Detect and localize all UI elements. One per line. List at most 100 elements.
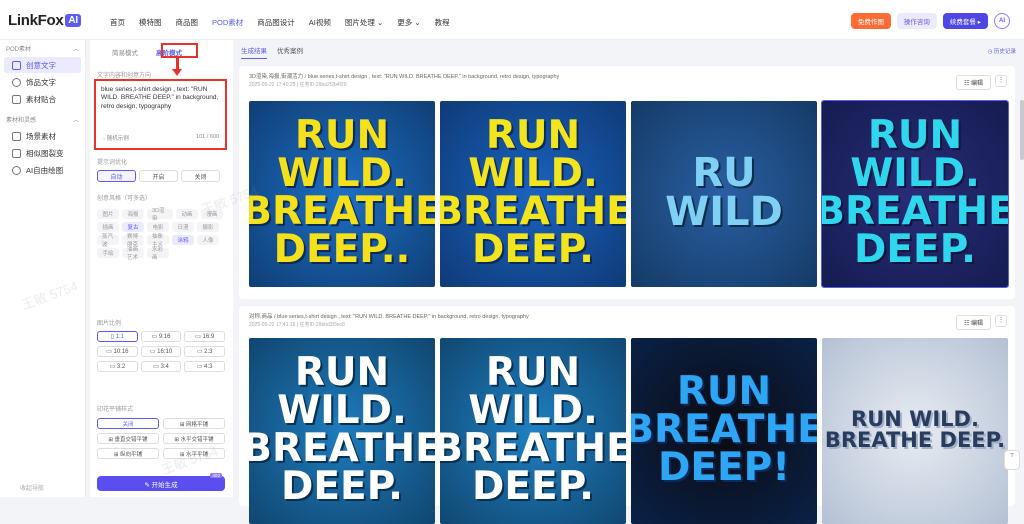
nav-product-design[interactable]: 商品图设计 bbox=[257, 17, 295, 28]
ratio-option[interactable]: ▭ 9:16 bbox=[140, 331, 182, 342]
style-chip[interactable]: 手绘 bbox=[97, 248, 119, 258]
sidebar-item-ai-free-draw[interactable]: AI自由绘图 bbox=[4, 162, 81, 178]
style-chip[interactable]: 油画艺术 bbox=[122, 247, 144, 261]
ratio-option[interactable]: ▭ 10:16 bbox=[97, 346, 138, 357]
optimize-auto[interactable]: 自动 bbox=[97, 170, 136, 182]
style-chip[interactable]: 海报 bbox=[122, 209, 144, 219]
result-image[interactable]: RUN WILD. BREATHE DEEP. bbox=[440, 101, 626, 287]
artwork-text-line: RUN bbox=[867, 113, 963, 159]
arrow-down-icon bbox=[172, 69, 182, 76]
style-chip[interactable]: 漫画 bbox=[201, 209, 223, 219]
nav-product-photo[interactable]: 商品图 bbox=[176, 17, 199, 28]
prompt-label: 文字内容和创意方向 bbox=[97, 73, 152, 79]
more-icon[interactable]: ⋮ bbox=[995, 75, 1007, 87]
style-chip[interactable]: 水彩画 bbox=[147, 247, 169, 261]
nav-more[interactable]: 更多 ⌄ bbox=[397, 17, 420, 28]
artwork-text-line: WILD. bbox=[850, 151, 980, 197]
tile-option[interactable]: ⊞ 水平平铺 bbox=[163, 448, 225, 459]
style-chip[interactable]: 动画 bbox=[176, 209, 198, 219]
tile-option[interactable]: 关闭 bbox=[97, 418, 159, 429]
nav-ai-video[interactable]: AI视频 bbox=[309, 17, 331, 28]
style-chip[interactable]: 人像 bbox=[197, 235, 219, 245]
sidebar-item-creative-text[interactable]: 创意文字 bbox=[4, 57, 81, 73]
artwork-text-line: WILD. bbox=[277, 151, 407, 197]
sidebar-section-pod[interactable]: POD素材 ︿ bbox=[0, 44, 85, 53]
free-draw-button[interactable]: 免费作图 bbox=[850, 13, 891, 29]
more-icon[interactable]: ⋮ bbox=[995, 315, 1007, 327]
tile-option[interactable]: ⊞ 网格平铺 bbox=[163, 418, 225, 429]
collapse-nav-button[interactable]: 收起导航 bbox=[20, 483, 44, 492]
scroll-top-button[interactable]: ⊤ bbox=[1004, 450, 1020, 470]
style-chip[interactable]: 蒸汽波 bbox=[97, 234, 119, 248]
sidebar-item-asset-fit[interactable]: 素材贴合 bbox=[4, 91, 81, 107]
ring-icon bbox=[12, 77, 21, 87]
avatar[interactable]: AI bbox=[994, 13, 1010, 29]
artwork-text-line: RUN bbox=[294, 113, 390, 159]
tile-option[interactable]: ⊞ 水平交错平铺 bbox=[163, 433, 225, 444]
edit-button[interactable]: ☷ 编辑 bbox=[955, 75, 991, 90]
ratio-option[interactable]: ▭ 3:2 bbox=[97, 361, 138, 372]
ratio-option[interactable]: ▭ 16:9 bbox=[184, 331, 225, 342]
artwork-text-line: DEEP. bbox=[854, 226, 976, 272]
ratio-option[interactable]: ▭ 3:4 bbox=[140, 361, 182, 372]
nav-model-photo[interactable]: 模特图 bbox=[139, 17, 162, 28]
tab-results[interactable]: 生成结果 bbox=[241, 45, 267, 59]
artwork-text-line: RUN bbox=[676, 369, 772, 415]
app-logo[interactable]: LinkFox AI bbox=[8, 12, 81, 29]
optimize-on[interactable]: 开启 bbox=[139, 170, 178, 182]
style-chip[interactable]: 摄影 bbox=[197, 222, 219, 232]
edit-button[interactable]: ☷ 编辑 bbox=[955, 315, 991, 330]
style-chip[interactable]: 抽象主义 bbox=[147, 234, 169, 248]
ratio-option[interactable]: ▭ 16:10 bbox=[140, 346, 182, 357]
artwork-text-line: BREATHE bbox=[249, 189, 435, 234]
artwork-text-line: DEEP. bbox=[472, 226, 594, 272]
artwork-text-line: BREATHE bbox=[440, 426, 626, 471]
result-image-selected[interactable]: RUN WILD. BREATHE DEEP. bbox=[821, 100, 1009, 288]
top-bar: LinkFox AI 首页 模特图 商品图 POD素材 商品图设计 AI视频 图片… bbox=[0, 0, 1024, 40]
style-chip[interactable]: 3D渲染 bbox=[147, 208, 173, 222]
style-chip-selected[interactable]: 涂鸦 bbox=[172, 235, 194, 245]
palette-icon bbox=[12, 165, 21, 175]
result-image[interactable]: RUN WILD. BREATHE DEEP. bbox=[822, 338, 1008, 524]
sidebar-item-similar-fission[interactable]: 相似图裂变 bbox=[4, 145, 81, 161]
style-chip[interactable]: 电影 bbox=[147, 222, 169, 232]
style-chip[interactable]: 日漫 bbox=[172, 222, 194, 232]
result-image[interactable]: RUN WILD. BREATHE DEEP. bbox=[249, 338, 435, 524]
style-chip[interactable]: 插画 bbox=[97, 222, 119, 232]
ratio-option[interactable]: ▭ 4:3 bbox=[184, 361, 225, 372]
style-chip[interactable]: 赛博朋克 bbox=[122, 234, 144, 248]
history-button[interactable]: ◷ 历史记录 bbox=[988, 47, 1016, 55]
nav-home[interactable]: 首页 bbox=[110, 17, 125, 28]
tab-showcase[interactable]: 优秀案例 bbox=[277, 45, 303, 59]
ratio-label: 图片比例 bbox=[97, 321, 122, 327]
artwork-text-line: DEEP! bbox=[657, 444, 791, 490]
result-image[interactable]: RU WILD bbox=[631, 101, 817, 287]
tile-option[interactable]: ⊞ 垂直交错平铺 bbox=[97, 433, 159, 444]
scrollbar[interactable] bbox=[1020, 100, 1024, 160]
sidebar-item-jewelry-text[interactable]: 饰品文字 bbox=[4, 74, 81, 90]
result-image[interactable]: RUN WILD. BREATHE DEEP.. bbox=[249, 101, 435, 287]
artwork-text-line: DEEP. bbox=[281, 463, 403, 509]
sidebar-item-scene-assets[interactable]: 场景素材 bbox=[4, 128, 81, 144]
start-generate-button[interactable]: ✎ 开始生成 402 bbox=[97, 473, 225, 491]
result-meta: 2025-05-22 17:40:25 | 任务ID:29ba2f2b4f29 bbox=[249, 82, 347, 88]
highlight-box-prompt bbox=[94, 79, 227, 150]
nav-tutorials[interactable]: 教程 bbox=[435, 17, 450, 28]
sidebar-section-inspiration[interactable]: 素材和灵感 ︿ bbox=[0, 115, 85, 124]
chevron-up-icon: ︿ bbox=[72, 47, 79, 53]
consult-button[interactable]: 操作咨询 bbox=[896, 13, 937, 29]
nav-image-processing[interactable]: 图片处理 ⌄ bbox=[345, 17, 383, 28]
result-card: 3D渲染,海报,街潮活力 / blue series,t-shirt desig… bbox=[239, 66, 1015, 299]
ratio-option[interactable]: ▯ 1:1 bbox=[97, 331, 138, 342]
tab-simple-mode[interactable]: 简易模式 bbox=[108, 46, 142, 58]
result-image[interactable]: RUN WILD. BREATHE DEEP. bbox=[440, 338, 626, 524]
style-chip-selected[interactable]: 复古 bbox=[122, 222, 144, 232]
result-image[interactable]: RUN BREATHE DEEP! bbox=[631, 338, 817, 524]
tile-option[interactable]: ⊞ 纵向平铺 bbox=[97, 448, 159, 459]
style-chip[interactable]: 图片 bbox=[97, 209, 119, 219]
ratio-option[interactable]: ▭ 2:3 bbox=[184, 346, 225, 357]
tile-grid: 关闭 ⊞ 网格平铺 ⊞ 垂直交错平铺 ⊞ 水平交错平铺 ⊞ 纵向平铺 ⊞ 水平平… bbox=[97, 418, 225, 459]
renew-plan-button[interactable]: 续费套餐 ▸ bbox=[942, 13, 988, 29]
optimize-off[interactable]: 关闭 bbox=[181, 170, 220, 182]
nav-pod-assets[interactable]: POD素材 bbox=[212, 17, 243, 28]
